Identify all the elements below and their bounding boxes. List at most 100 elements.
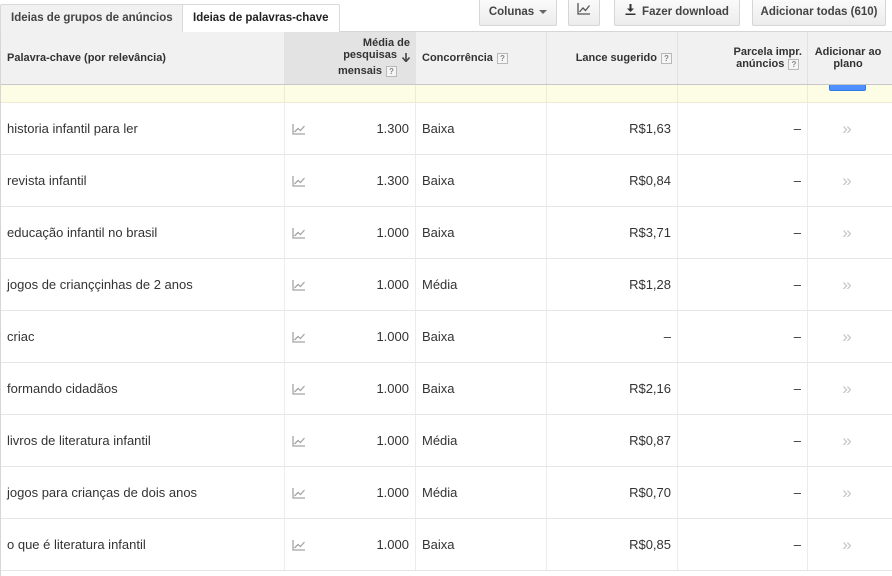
add-all-button[interactable]: Adicionar todas (610)	[752, 0, 886, 26]
header-keyword[interactable]: Palavra-chave (por relevância)	[7, 32, 282, 84]
columns-button-label: Colunas	[488, 6, 535, 18]
header-add-to-plan: Adicionar ao plano	[808, 32, 888, 84]
monthly-searches-cell: 1.000	[376, 329, 409, 344]
suggested-bid-cell: R$1,63	[629, 121, 671, 136]
monthly-searches-cell: 1.000	[376, 381, 409, 396]
line-chart-icon[interactable]	[292, 103, 306, 154]
line-chart-icon[interactable]	[292, 311, 306, 362]
impression-share-cell: –	[793, 277, 801, 292]
keyword-cell[interactable]: historia infantil para ler	[7, 103, 138, 154]
line-chart-icon[interactable]	[292, 415, 306, 466]
help-icon[interactable]: ?	[386, 65, 397, 77]
impression-share-cell: –	[793, 537, 801, 552]
add-to-plan-button[interactable]: »	[808, 519, 886, 570]
keyword-cell[interactable]: criac	[7, 311, 34, 362]
competition-cell: Média	[422, 485, 458, 500]
add-to-plan-button[interactable]: »	[808, 155, 886, 206]
add-to-plan-button[interactable]: »	[808, 467, 886, 518]
keyword-cell[interactable]: livros de literatura infantil	[7, 415, 151, 466]
add-all-blue-button[interactable]	[829, 85, 866, 91]
download-button[interactable]: Fazer download	[614, 0, 740, 26]
competition-cell: Baixa	[422, 173, 455, 188]
line-chart-icon[interactable]	[292, 155, 306, 206]
impression-share-cell: –	[793, 121, 801, 136]
suggested-bid-cell: –	[663, 329, 671, 344]
header-add-line1: Adicionar ao	[814, 46, 882, 58]
header-suggested-bid[interactable]: Lance sugerido?	[547, 32, 672, 84]
monthly-searches-cell: 1.000	[376, 225, 409, 240]
suggested-bid-cell: R$0,87	[629, 433, 671, 448]
monthly-searches-cell: 1.000	[376, 485, 409, 500]
download-icon	[625, 0, 636, 24]
tab-keyword-ideas[interactable]: Ideias de palavras-chave	[182, 4, 340, 33]
download-button-label: Fazer download	[642, 6, 729, 19]
competition-cell: Média	[422, 433, 458, 448]
add-to-plan-button[interactable]: »	[808, 259, 886, 310]
top-toolbar: Ideias de grupos de anúncios Ideias de p…	[0, 0, 892, 33]
suggested-bid-cell: R$3,71	[629, 225, 671, 240]
monthly-searches-cell: 1.300	[376, 121, 409, 136]
add-to-plan-button[interactable]: »	[808, 363, 886, 414]
monthly-searches-cell: 1.300	[376, 173, 409, 188]
add-to-plan-button[interactable]: »	[808, 207, 886, 258]
help-icon[interactable]: ?	[788, 58, 800, 70]
line-chart-icon[interactable]	[292, 363, 306, 414]
keyword-cell[interactable]: educação infantil no brasil	[7, 207, 157, 258]
header-share-line2: anúncios	[736, 58, 785, 70]
highlight-strip	[0, 85, 892, 103]
add-to-plan-button[interactable]: »	[808, 103, 886, 154]
header-impression-share[interactable]: Parcela impr. anúncios?	[678, 32, 803, 84]
header-add-line2: plano	[833, 58, 863, 70]
impression-share-cell: –	[793, 381, 801, 396]
impression-share-cell: –	[793, 225, 801, 240]
competition-cell: Baixa	[422, 225, 455, 240]
suggested-bid-cell: R$1,28	[629, 277, 671, 292]
table-row: jogos de crianççinhas de 2 anos 1.000 Médi…	[0, 259, 892, 311]
competition-cell: Baixa	[422, 537, 455, 552]
help-icon[interactable]: ?	[496, 52, 508, 64]
keyword-cell[interactable]: o que é literatura infantil	[7, 519, 146, 570]
header-volume-line2: pesquisas	[343, 49, 397, 61]
sort-down-arrow-icon	[401, 53, 411, 65]
suggested-bid-cell: R$0,85	[629, 537, 671, 552]
impression-share-cell: –	[793, 433, 801, 448]
keyword-cell[interactable]: jogos de crianççinhas de 2 anos	[7, 259, 193, 310]
table-row: educação infantil no brasil 1.000 Baixa R$3…	[0, 207, 892, 259]
table-row: o que é literatura infantil 1.000 Baixa R$0…	[0, 519, 892, 571]
line-chart-icon[interactable]	[292, 207, 306, 258]
line-chart-icon	[577, 0, 591, 24]
tab-ad-group-ideas[interactable]: Ideias de grupos de anúncios	[0, 4, 184, 32]
chart-toggle-button[interactable]	[568, 0, 600, 26]
table-row: historia infantil para ler 1.300 Baixa R$1,…	[0, 103, 892, 155]
competition-cell: Baixa	[422, 121, 455, 136]
table-row: formando cidadãos 1.000 Baixa R$2,16 –»	[0, 363, 892, 415]
header-monthly-searches[interactable]: Média de pesquisas mensais?	[285, 32, 415, 84]
line-chart-icon[interactable]	[292, 259, 306, 310]
keyword-cell[interactable]: revista infantil	[7, 155, 86, 206]
impression-share-cell: –	[793, 485, 801, 500]
impression-share-cell: –	[793, 329, 801, 344]
table-row: livros de literatura infantil 1.000 Média R…	[0, 415, 892, 467]
monthly-searches-cell: 1.000	[376, 277, 409, 292]
header-volume-line3: mensais	[337, 65, 382, 77]
suggested-bid-cell: R$0,70	[629, 485, 671, 500]
line-chart-icon[interactable]	[292, 467, 306, 518]
monthly-searches-cell: 1.000	[376, 433, 409, 448]
suggested-bid-cell: R$2,16	[629, 381, 671, 396]
header-share-line1: Parcela impr.	[733, 46, 803, 58]
add-to-plan-button[interactable]: »	[808, 415, 886, 466]
table-row: revista infantil 1.300 Baixa R$0,84 –»	[0, 155, 892, 207]
header-competition[interactable]: Concorrência?	[422, 32, 546, 84]
help-icon[interactable]: ?	[661, 52, 672, 64]
chevron-down-icon	[539, 9, 548, 14]
table-header: Palavra-chave (por relevância) Média de …	[0, 32, 892, 85]
keyword-cell[interactable]: formando cidadãos	[7, 363, 118, 414]
keyword-cell[interactable]: jogos para crianças de dois anos	[7, 467, 197, 518]
header-competition-label: Concorrência	[422, 52, 493, 64]
table-row: jogos para crianças de dois anos 1.000 Méd…	[0, 467, 892, 519]
suggested-bid-cell: R$0,84	[629, 173, 671, 188]
add-to-plan-button[interactable]: »	[808, 311, 886, 362]
line-chart-icon[interactable]	[292, 519, 306, 570]
header-bid-label: Lance sugerido	[575, 52, 657, 64]
columns-button[interactable]: Colunas	[479, 0, 557, 26]
